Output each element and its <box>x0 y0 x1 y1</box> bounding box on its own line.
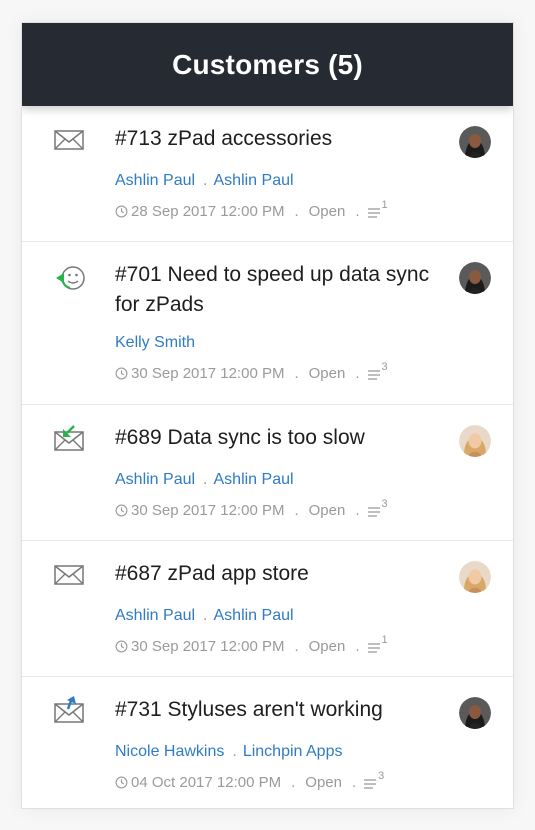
ticket-contacts: Nicole Hawkins. Linchpin Apps <box>115 743 343 760</box>
clock-icon <box>115 640 128 653</box>
ticket-meta: 30 Sep 2017 12:00 PM . Open . 1 <box>115 634 388 655</box>
thread-count-icon: 1 <box>367 199 388 218</box>
ticket-contacts: Ashlin Paul. Ashlin Paul <box>115 172 294 189</box>
ticket-meta: 04 Oct 2017 12:00 PM . Open . 3 <box>115 770 384 791</box>
account-link[interactable]: Ashlin Paul <box>214 172 294 189</box>
panel-header: Customers (5) <box>22 23 513 106</box>
clock-icon <box>115 504 128 517</box>
contact-link[interactable]: Nicole Hawkins <box>115 743 224 760</box>
mail-outgoing-icon <box>54 695 84 723</box>
ticket-status: Open <box>308 502 346 519</box>
dark-hair-avatar[interactable] <box>459 697 491 729</box>
mail-icon <box>54 563 84 589</box>
thread-count-icon: 1 <box>367 634 388 653</box>
account-link[interactable]: Ashlin Paul <box>214 471 294 488</box>
ticket-title[interactable]: #713 zPad accessories <box>115 124 443 154</box>
ticket-contacts: Kelly Smith <box>115 334 195 352</box>
ticket-date: 30 Sep 2017 12:00 PM <box>131 502 285 519</box>
ticket-date: 28 Sep 2017 12:00 PM <box>131 203 285 220</box>
ticket-date: 30 Sep 2017 12:00 PM <box>131 638 285 655</box>
ticket-title[interactable]: #689 Data sync is too slow <box>115 423 443 453</box>
dark-hair-avatar[interactable] <box>459 262 491 294</box>
thread-count: 1 <box>381 633 388 646</box>
ticket-meta: 28 Sep 2017 12:00 PM . Open . 1 <box>115 199 388 220</box>
account-link[interactable]: Linchpin Apps <box>243 743 343 760</box>
ticket-status: Open <box>308 638 346 655</box>
ticket-item[interactable]: #731 Styluses aren't working Nicole Hawk… <box>22 677 513 808</box>
ticket-meta: 30 Sep 2017 12:00 PM . Open . 3 <box>115 498 388 519</box>
thread-count-icon: 3 <box>367 361 388 380</box>
contact-link[interactable]: Ashlin Paul <box>115 172 195 189</box>
ticket-title[interactable]: #687 zPad app store <box>115 559 443 589</box>
mail-incoming-icon <box>54 425 84 451</box>
blonde-hair-avatar[interactable] <box>459 561 491 593</box>
contact-link[interactable]: Ashlin Paul <box>115 471 195 488</box>
smiley-reply-icon <box>54 264 85 290</box>
dark-hair-avatar[interactable] <box>459 126 491 158</box>
ticket-title[interactable]: #701 Need to speed up data sync for zPad… <box>115 260 443 320</box>
thread-count-icon: 3 <box>364 770 384 789</box>
ticket-item[interactable]: #701 Need to speed up data sync for zPad… <box>22 242 513 405</box>
thread-count: 3 <box>381 497 388 510</box>
ticket-contacts: Ashlin Paul. Ashlin Paul <box>115 607 294 624</box>
clock-icon <box>115 205 128 218</box>
clock-icon <box>115 776 128 789</box>
ticket-date: 04 Oct 2017 12:00 PM <box>131 774 282 791</box>
account-link[interactable]: Ashlin Paul <box>214 607 294 624</box>
ticket-contacts: Ashlin Paul. Ashlin Paul <box>115 471 294 488</box>
contact-link[interactable]: Ashlin Paul <box>115 607 195 624</box>
ticket-item[interactable]: #689 Data sync is too slow Ashlin Paul. A… <box>22 405 513 541</box>
ticket-status: Open <box>308 203 346 220</box>
page-title: Customers (5) <box>172 48 363 80</box>
ticket-status: Open <box>308 365 346 382</box>
ticket-title[interactable]: #731 Styluses aren't working <box>115 695 443 725</box>
mail-icon <box>54 128 84 154</box>
ticket-date: 30 Sep 2017 12:00 PM <box>131 365 285 382</box>
blonde-hair-avatar[interactable] <box>459 425 491 457</box>
ticket-item[interactable]: #687 zPad app store Ashlin Paul. Ashlin P… <box>22 541 513 677</box>
thread-count-icon: 3 <box>367 498 388 517</box>
thread-count: 3 <box>381 360 388 373</box>
ticket-meta: 30 Sep 2017 12:00 PM . Open . 3 <box>115 361 388 382</box>
ticket-item[interactable]: #713 zPad accessories Ashlin Paul. Ashlin… <box>22 106 513 242</box>
ticket-status: Open <box>305 774 342 791</box>
clock-icon <box>115 367 128 380</box>
thread-count: 1 <box>381 198 388 211</box>
contact-link[interactable]: Kelly Smith <box>115 334 195 351</box>
thread-count: 3 <box>378 769 385 782</box>
customers-panel: Customers (5) #713 zPad accessories Ashl… <box>21 22 514 809</box>
